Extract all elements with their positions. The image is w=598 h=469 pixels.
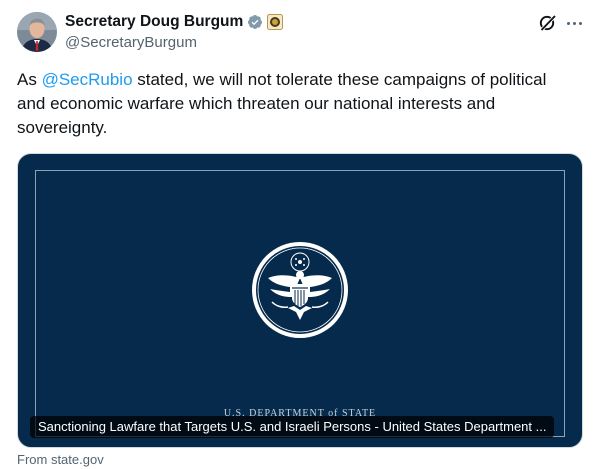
avatar[interactable] [17,12,57,52]
mention-link[interactable]: @SecRubio [42,70,133,89]
dot-icon [572,21,576,25]
card-source[interactable]: From state.gov [17,452,104,467]
grok-icon[interactable] [538,13,558,33]
verified-badge-icon[interactable] [247,14,263,30]
link-card[interactable]: U.S. DEPARTMENT of STATE Sanctioning Law… [17,153,583,448]
dot-icon [566,21,570,25]
more-options-icon[interactable] [563,12,585,34]
post-text-prefix: As [17,70,42,89]
department-seal-icon[interactable] [267,14,284,30]
author-name-row: Secretary Doug Burgum [65,12,284,32]
post-text: As @SecRubio stated, we will not tolerat… [17,68,577,140]
dot-icon [578,21,582,25]
author-handle[interactable]: @SecretaryBurgum [65,34,197,51]
author-display-name[interactable]: Secretary Doug Burgum [65,13,243,31]
avatar-image [17,12,57,52]
card-title[interactable]: Sanctioning Lawfare that Targets U.S. an… [30,416,555,438]
state-department-seal-icon [250,240,350,340]
post: Secretary Doug Burgum @SecretaryBurgum A [0,0,598,469]
